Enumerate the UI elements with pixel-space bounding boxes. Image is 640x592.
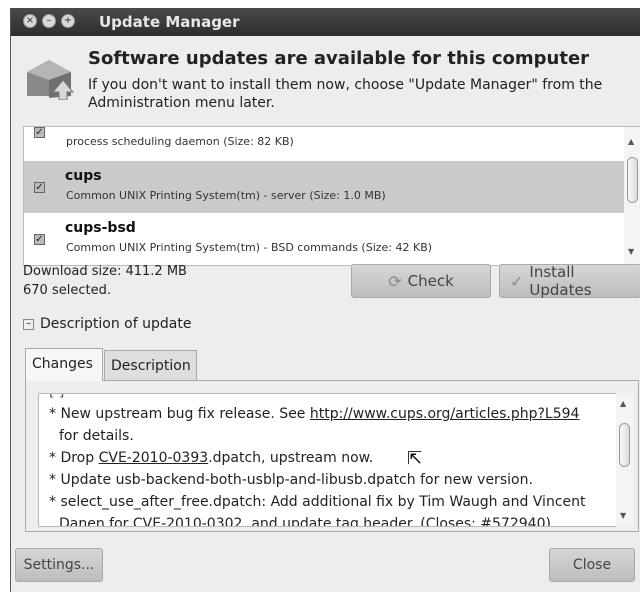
changelog-line: * Drop CVE-2010-0393.dpatch, upstream no… — [49, 450, 374, 466]
minimize-window-button[interactable]: – — [42, 14, 56, 28]
cve-link[interactable]: CVE-2010-0393 — [99, 450, 209, 466]
check-button[interactable]: ⟳ Check — [351, 264, 491, 298]
changelog-link[interactable]: http://www.cups.org/articles.php?L594 — [310, 406, 580, 422]
header-title: Software updates are available for this … — [88, 48, 590, 69]
changelog-line: for details. — [59, 428, 134, 444]
mouse-pointer-icon: ⇱ — [407, 448, 423, 469]
install-updates-label: Install Updates — [529, 263, 592, 299]
changelog-scrollbar[interactable]: ▲ ▼ — [616, 393, 634, 527]
changelog-line: * select_use_after_free.dpatch: Add addi… — [49, 494, 586, 510]
scroll-thumb[interactable] — [627, 157, 638, 203]
update-manager-window: × – + Update Manager Software updates ar… — [10, 8, 640, 592]
scroll-thumb[interactable] — [619, 423, 630, 467]
collapse-icon[interactable]: – — [23, 318, 34, 330]
changelog-text[interactable]: [ ] * New upstream bug fix release. See … — [38, 393, 622, 527]
close-window-button[interactable]: × — [23, 14, 37, 28]
scroll-down-icon[interactable]: ▼ — [628, 247, 634, 256]
scroll-up-icon[interactable]: ▲ — [628, 137, 634, 146]
titlebar: × – + Update Manager — [11, 8, 640, 36]
changelog-cut-line: [ ] — [49, 394, 64, 400]
package-row[interactable]: ✓ process scheduling daemon (Size: 82 KB… — [24, 127, 624, 157]
tab-description[interactable]: Description — [104, 350, 197, 381]
package-list: ✓ process scheduling daemon (Size: 82 KB… — [23, 126, 640, 266]
changelog-line: Danen for CVE-2010-0302, and update tag … — [59, 516, 551, 527]
install-updates-button[interactable]: ✓ Install Updates — [499, 263, 640, 299]
header-subtitle: If you don't want to install them now, c… — [88, 77, 603, 111]
scroll-up-icon[interactable]: ▲ — [620, 399, 626, 408]
expander-label: Description of update — [40, 316, 192, 332]
settings-button[interactable]: Settings... — [15, 548, 103, 582]
scroll-down-icon[interactable]: ▼ — [620, 511, 626, 520]
selected-count: 670 selected. — [23, 283, 111, 298]
package-description: Common UNIX Printing System(tm) - server… — [66, 189, 386, 202]
maximize-window-button[interactable]: + — [61, 14, 75, 28]
package-description: process scheduling daemon (Size: 82 KB) — [66, 135, 294, 148]
changelog-line: * Update usb-backend-both-usblp-and-libu… — [49, 472, 533, 488]
package-checkbox[interactable]: ✓ — [34, 127, 45, 138]
changes-panel: [ ] * New upstream bug fix release. See … — [25, 380, 639, 532]
package-name: cups — [65, 168, 102, 184]
tab-changes[interactable]: Changes — [25, 348, 103, 381]
description-expander[interactable]: – Description of update — [23, 316, 191, 332]
update-box-icon — [27, 60, 75, 100]
package-list-scrollbar[interactable]: ▲ ▼ — [624, 127, 640, 265]
package-description: Common UNIX Printing System(tm) - BSD co… — [66, 241, 433, 254]
changelog-line: * New upstream bug fix release. See http… — [49, 406, 580, 422]
download-size: Download size: 411.2 MB — [23, 264, 187, 279]
package-row-cups-bsd[interactable]: ✓ cups-bsd Common UNIX Printing System(t… — [24, 213, 624, 265]
package-name: cups-bsd — [65, 220, 136, 236]
checkmark-icon: ✓ — [510, 271, 524, 291]
close-button[interactable]: Close — [549, 548, 635, 582]
package-row-cups[interactable]: ✓ cups Common UNIX Printing System(tm) -… — [24, 161, 624, 213]
window-title: Update Manager — [99, 13, 240, 31]
refresh-icon: ⟳ — [388, 271, 402, 291]
package-checkbox[interactable]: ✓ — [34, 182, 45, 193]
package-checkbox[interactable]: ✓ — [34, 234, 45, 245]
check-button-label: Check — [407, 272, 454, 290]
